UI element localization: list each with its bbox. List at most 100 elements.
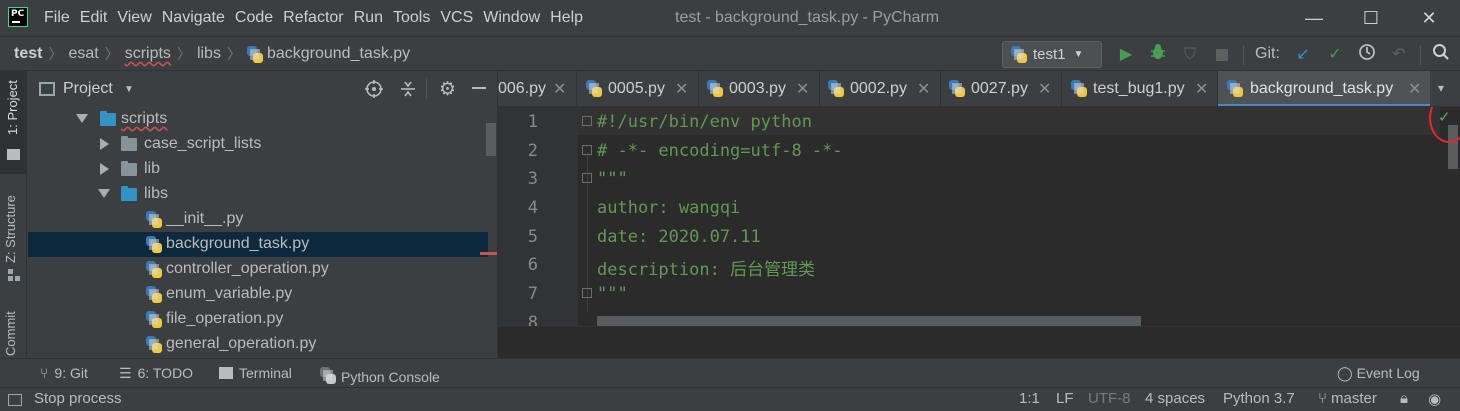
line-separator[interactable]: LF — [1056, 390, 1074, 407]
tool-tab-commit[interactable]: Commit — [3, 311, 18, 356]
tool-window-event-log[interactable]: ◯ Event Log — [1337, 365, 1420, 382]
project-panel-title[interactable]: Project — [63, 80, 113, 98]
line-number: 7 — [527, 284, 538, 304]
tool-window-python-console[interactable]: Python Console — [320, 365, 440, 385]
close-icon[interactable]: ✕ — [675, 79, 688, 99]
menu-tools[interactable]: Tools — [393, 0, 430, 36]
error-marker — [480, 252, 497, 255]
gear-icon[interactable]: ⚙ — [439, 78, 456, 101]
python-file-icon — [1011, 46, 1027, 63]
git-rollback-icon[interactable]: ↶ — [1387, 43, 1411, 67]
tree-scrollbar[interactable] — [486, 123, 496, 156]
close-icon[interactable]: ✕ — [1195, 79, 1208, 99]
menu-edit[interactable]: Edit — [80, 0, 108, 36]
chevron-right-icon[interactable] — [100, 163, 109, 175]
python-file-icon — [707, 80, 723, 97]
tab-0005-py[interactable]: 0005.py ✕ — [578, 71, 698, 106]
tab-0027-py[interactable]: 0027.py ✕ — [941, 71, 1061, 106]
tab-test-bug1-py[interactable]: test_bug1.py ✕ — [1062, 71, 1217, 106]
dropdown-arrow-icon[interactable]: ▼ — [124, 84, 134, 95]
collapse-all-icon[interactable] — [399, 80, 417, 102]
tool-window-todo[interactable]: ☰ 6: TODO — [119, 365, 193, 382]
inspector-icon[interactable]: ◉ — [1428, 390, 1441, 408]
tree-item-controller-operation-py[interactable]: controller_operation.py — [28, 257, 488, 282]
chevron-down-icon[interactable] — [76, 114, 88, 123]
run-icon[interactable]: ▶ — [1114, 43, 1138, 67]
tab-0002-py[interactable]: 0002.py ✕ — [820, 71, 940, 106]
git-history-icon[interactable] — [1355, 43, 1379, 67]
tool-window-terminal[interactable]: Terminal — [219, 365, 292, 381]
git-commit-icon[interactable]: ✓ — [1323, 43, 1347, 67]
tree-item-enum-variable-py[interactable]: enum_variable.py — [28, 282, 488, 307]
project-panel-header: Project ▼ ⚙ — [28, 71, 497, 107]
lock-icon[interactable]: 🔒︎ — [1400, 390, 1408, 407]
search-icon[interactable] — [1429, 43, 1453, 67]
menu-navigate[interactable]: Navigate — [162, 0, 225, 36]
locate-file-icon[interactable] — [365, 80, 383, 102]
indent-setting[interactable]: 4 spaces — [1145, 390, 1205, 407]
header-divider — [426, 79, 427, 99]
horizontal-scrollbar[interactable] — [597, 316, 1141, 326]
tree-item-lib[interactable]: lib — [28, 157, 488, 182]
line-number: 4 — [527, 198, 538, 218]
tool-tab-project[interactable]: 1: Project — [3, 74, 22, 141]
hide-panel-icon[interactable] — [472, 87, 486, 89]
python-file-icon — [146, 211, 162, 228]
close-icon[interactable]: ✕ — [1038, 79, 1051, 99]
menu-file[interactable]: File — [44, 0, 70, 36]
python-interpreter[interactable]: Python 3.7 — [1223, 390, 1295, 407]
chevron-down-icon[interactable] — [98, 189, 110, 198]
caret-position[interactable]: 1:1 — [1019, 390, 1040, 407]
close-icon[interactable]: ✕ — [553, 79, 566, 99]
menu-window[interactable]: Window — [483, 0, 540, 36]
menu-code[interactable]: Code — [235, 0, 273, 36]
tab-006-py[interactable]: 006.py ✕ — [498, 71, 578, 106]
git-update-icon[interactable]: ↙ — [1291, 43, 1315, 67]
tab-0003-py[interactable]: 0003.py ✕ — [699, 71, 819, 106]
chevron-right-icon[interactable] — [100, 138, 109, 150]
code-editor[interactable]: 1 2 3 4 5 6 7 8 #!/usr/bin/env python # … — [498, 107, 1460, 358]
breadcrumb-item-file[interactable]: background_task.py — [267, 45, 410, 63]
breadcrumb-item-libs[interactable]: libs — [197, 45, 221, 63]
tab-background-task-py[interactable]: background_task.py ✕ — [1218, 71, 1430, 106]
breadcrumb-item-scripts[interactable]: scripts — [125, 45, 171, 63]
tree-item-init-py[interactable]: __init__.py — [28, 207, 488, 232]
fold-marker-icon[interactable] — [582, 145, 592, 155]
chevron-down-icon[interactable]: ▾ — [1438, 81, 1444, 95]
tree-item-file-operation-py[interactable]: file_operation.py — [28, 307, 488, 332]
close-icon[interactable]: ✕ — [796, 79, 809, 99]
menu-refactor[interactable]: Refactor — [283, 0, 343, 36]
run-config-select[interactable]: test1 ▼ — [1002, 41, 1102, 68]
git-branch-icon: ⑂ — [40, 365, 49, 381]
menu-help[interactable]: Help — [550, 0, 583, 36]
tree-item-case-script-lists[interactable]: case_script_lists — [28, 132, 488, 157]
menu-run[interactable]: Run — [354, 0, 383, 36]
breadcrumb-item-esat[interactable]: esat — [68, 45, 98, 63]
close-icon[interactable]: ✕ — [1408, 79, 1421, 99]
fold-marker-icon[interactable] — [582, 116, 592, 126]
tree-item-libs[interactable]: libs — [28, 182, 488, 207]
tree-item-background-task-py[interactable]: background_task.py — [28, 232, 488, 257]
menu-view[interactable]: View — [117, 0, 151, 36]
tree-item-general-operation-py[interactable]: general_operation.py — [28, 332, 488, 357]
fold-marker-icon[interactable] — [582, 173, 592, 183]
breadcrumb-item-test[interactable]: test — [14, 45, 42, 63]
tool-window-git[interactable]: ⑂ 9: Git — [40, 365, 88, 381]
annotation-circle — [1429, 107, 1460, 143]
status-toggle-icon[interactable] — [8, 394, 22, 406]
git-branch[interactable]: ⑂ master — [1318, 390, 1377, 407]
close-window-button[interactable]: ✕ — [1405, 0, 1453, 36]
maximize-button[interactable]: ☐ — [1347, 0, 1395, 36]
coverage-icon[interactable]: ⛉ — [1178, 43, 1202, 67]
fold-marker-icon[interactable] — [582, 288, 592, 298]
close-icon[interactable]: ✕ — [917, 79, 930, 99]
python-file-icon — [586, 80, 602, 97]
minimize-button[interactable]: — — [1290, 0, 1338, 36]
debug-icon[interactable] — [1146, 43, 1170, 67]
tree-item-scripts[interactable]: scripts — [28, 107, 488, 132]
menu-vcs[interactable]: VCS — [440, 0, 473, 36]
stop-icon[interactable] — [1210, 43, 1234, 67]
toolbar-divider — [1243, 45, 1244, 65]
tool-tab-structure[interactable]: Z: Structure — [3, 195, 18, 263]
file-encoding[interactable]: UTF-8 — [1088, 390, 1131, 407]
